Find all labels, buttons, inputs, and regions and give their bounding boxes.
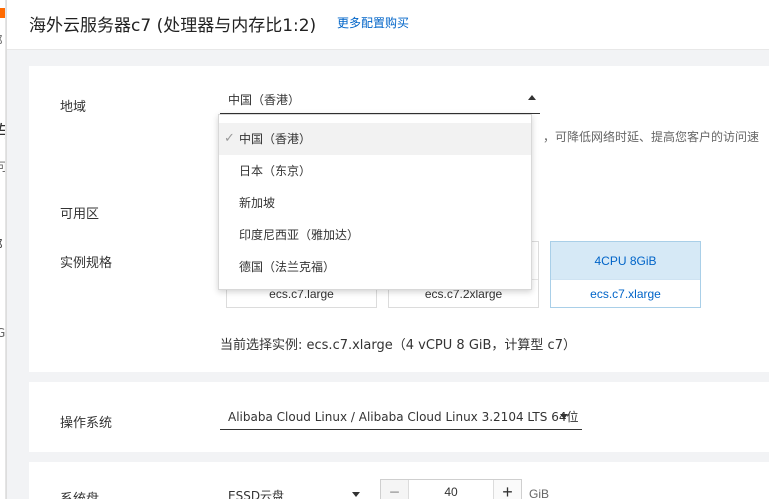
- disk-type-value: ESSD云盘: [228, 489, 285, 499]
- caret-down-icon: [352, 492, 360, 497]
- os-card: 操作系统 Alibaba Cloud Linux / Alibaba Cloud…: [29, 382, 769, 452]
- decrease-button[interactable]: −: [381, 480, 409, 499]
- page-title: 海外云服务器c7 (处理器与内存比1:2): [29, 16, 317, 36]
- region-option-label: 日本（东京）: [239, 164, 312, 178]
- region-option[interactable]: 日本（东京）: [219, 155, 531, 187]
- disk-unit: GiB: [529, 487, 550, 499]
- region-option-label: 中国（香港）: [239, 132, 312, 146]
- os-selected-value: Alibaba Cloud Linux / Alibaba Cloud Linu…: [228, 410, 579, 424]
- os-select[interactable]: Alibaba Cloud Linux / Alibaba Cloud Linu…: [220, 402, 582, 430]
- region-option[interactable]: ✓ 中国（香港）: [219, 123, 531, 155]
- region-select[interactable]: 中国（香港）: [220, 84, 540, 114]
- region-hint: ，可降低网络时延、提高您客户的访问速: [543, 130, 760, 144]
- spec-cpu: 4CPU 8GiB: [551, 242, 700, 280]
- more-config-link[interactable]: 更多配置购买: [337, 14, 409, 31]
- region-dropdown: ✓ 中国（香港） 日本（东京） 新加坡 印度尼西亚（雅加达） 德国（法兰克福）: [218, 114, 532, 290]
- caret-down-icon: [560, 414, 568, 419]
- disk-size-value[interactable]: 40: [409, 485, 493, 499]
- increase-button[interactable]: +: [493, 480, 521, 499]
- spec-name: ecs.c7.xlarge: [551, 279, 700, 307]
- region-option[interactable]: 印度尼西亚（雅加达）: [219, 219, 531, 251]
- peek-text: G: [0, 326, 5, 340]
- region-selected-value: 中国（香港）: [228, 93, 301, 107]
- zone-label: 可用区: [60, 207, 100, 222]
- spec-card-xlarge[interactable]: 4CPU 8GiB ecs.c7.xlarge: [550, 241, 701, 308]
- disk-label: 系统盘: [60, 488, 99, 499]
- region-option[interactable]: 新加坡: [219, 187, 531, 219]
- current-instance-text: 当前选择实例: ecs.c7.xlarge（4 vCPU 8 GiB，计算型 c…: [220, 338, 576, 353]
- caret-up-icon: [528, 95, 536, 100]
- check-icon: ✓: [224, 131, 235, 146]
- region-option-label: 印度尼西亚（雅加达）: [239, 228, 360, 242]
- os-label: 操作系统: [60, 416, 113, 431]
- disk-size-stepper[interactable]: − 40 +: [380, 479, 522, 499]
- disk-card: 系统盘 ESSD云盘 − 40 + GiB: [29, 462, 769, 499]
- region-option-label: 德国（法兰克福）: [239, 260, 336, 274]
- region-option[interactable]: 德国（法兰克福）: [219, 251, 531, 283]
- panel-header: 海外云服务器c7 (处理器与内存比1:2) 更多配置购买: [7, 0, 769, 50]
- instance-label: 实例规格: [60, 256, 113, 271]
- region-label: 地域: [60, 100, 87, 115]
- disk-type-select[interactable]: ESSD云盘: [220, 484, 360, 499]
- region-option-label: 新加坡: [239, 196, 276, 210]
